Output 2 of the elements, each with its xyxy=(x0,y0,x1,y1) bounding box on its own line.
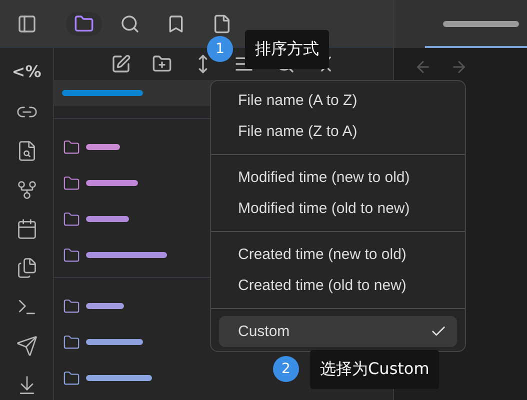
callout-tooltip: 选择为Custom xyxy=(310,350,440,389)
callout-tooltip: 排序方式 xyxy=(245,30,329,69)
